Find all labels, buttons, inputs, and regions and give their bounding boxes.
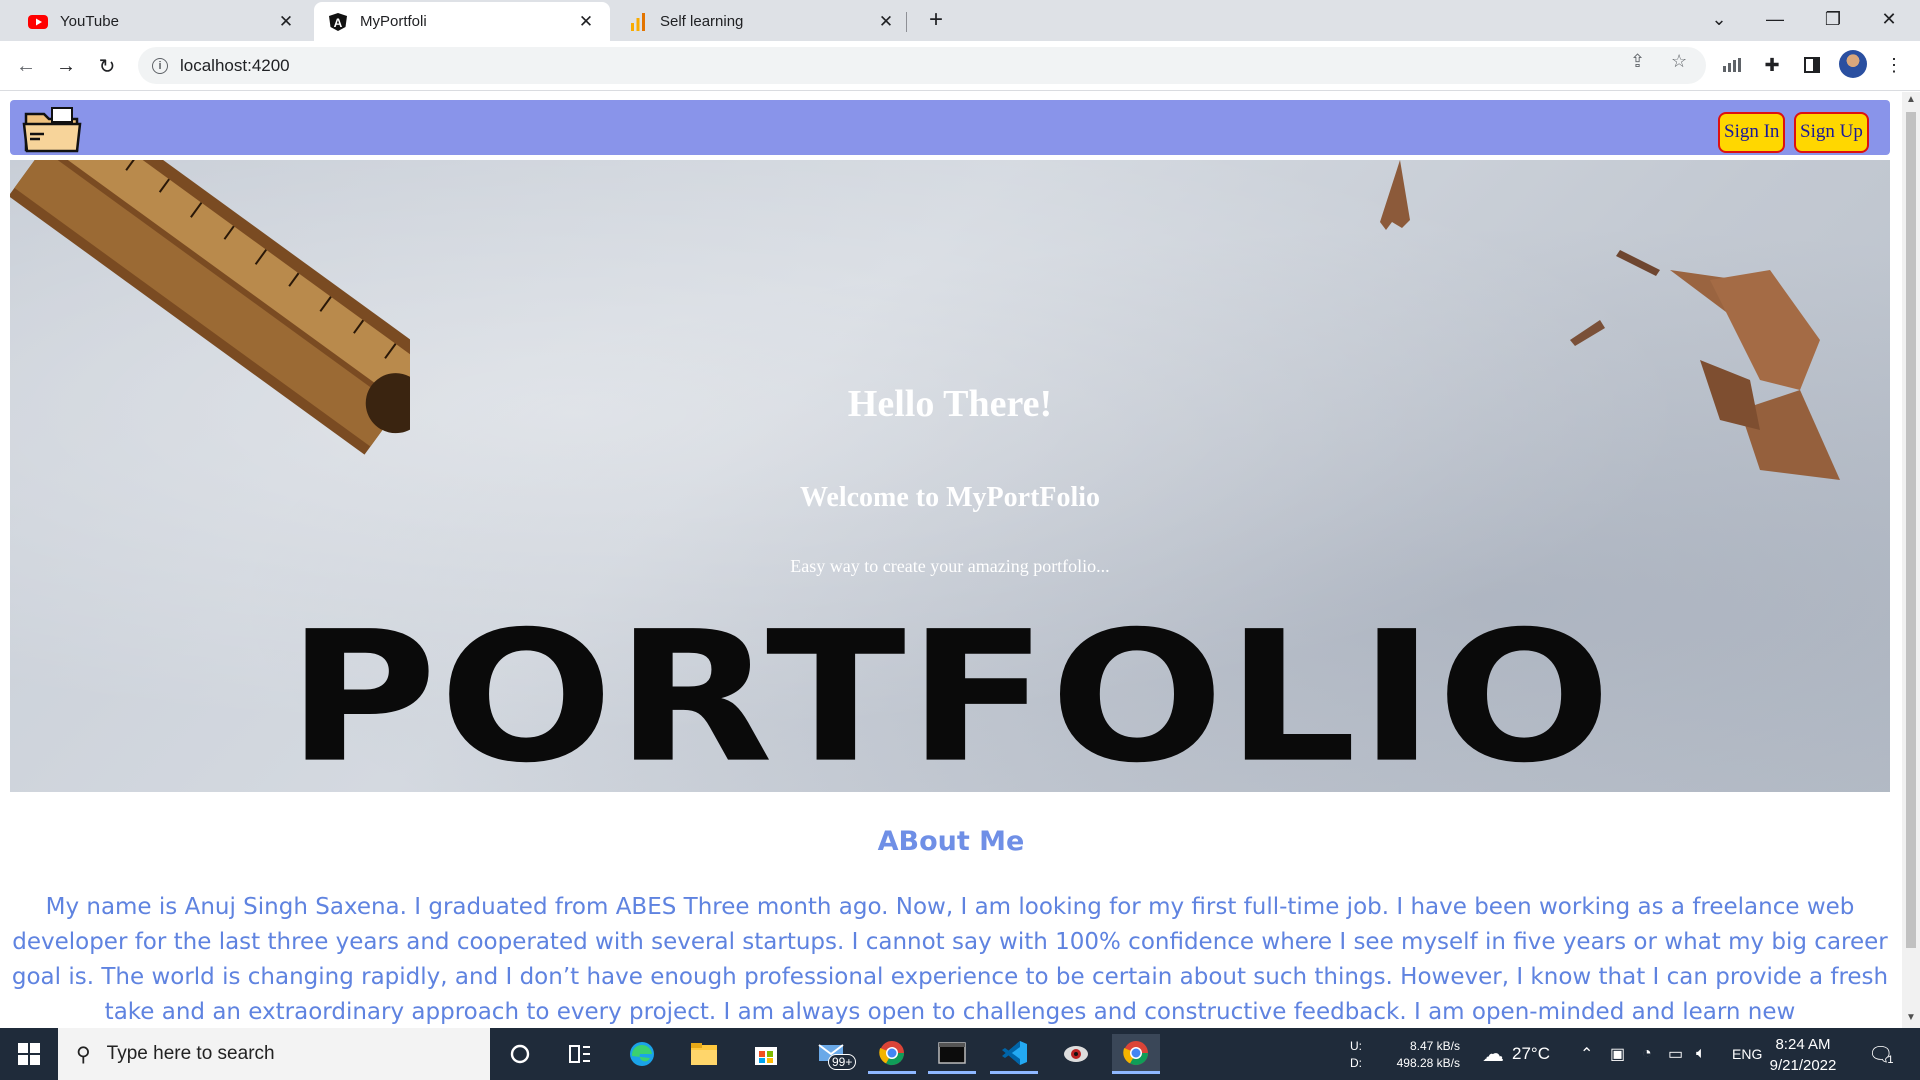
close-tab-icon[interactable]: ✕ <box>576 12 596 32</box>
forward-arrow-icon[interactable]: → <box>50 50 82 82</box>
tab-self-learning[interactable]: Self learning ✕ <box>614 2 910 41</box>
youtube-icon <box>28 12 48 32</box>
reload-icon[interactable]: ↻ <box>91 50 123 82</box>
side-panel-icon[interactable] <box>1800 53 1824 77</box>
hero-banner: Hello There! Welcome to MyPortFolio Easy… <box>10 160 1890 792</box>
scroll-up-arrow-icon[interactable]: ▲ <box>1906 94 1916 105</box>
wifi-icon[interactable]: ◔ <box>1642 1028 1652 1080</box>
chrome-active-icon[interactable] <box>1112 1034 1160 1074</box>
network-speed-widget: U: D: 8.47 kB/s 498.28 kB/s <box>1350 1038 1460 1072</box>
tab-title: Self learning <box>660 13 744 30</box>
close-tab-icon[interactable]: ✕ <box>276 12 296 32</box>
temperature-text: 27°C <box>1512 1044 1550 1063</box>
tab-title: YouTube <box>60 13 119 30</box>
meet-now-icon[interactable]: ▣ <box>1610 1028 1625 1080</box>
net-up-value: 8.47 kB/s <box>1409 1039 1460 1053</box>
mail-icon[interactable]: 99+ <box>808 1034 857 1074</box>
windows-logo-icon <box>18 1043 40 1065</box>
terminal-icon[interactable] <box>928 1034 976 1074</box>
tab-separator <box>906 12 907 32</box>
eye-app-icon[interactable] <box>1052 1034 1100 1074</box>
system-clock[interactable]: 8:24 AM 9/21/2022 <box>1756 1034 1850 1076</box>
hero-tagline: Easy way to create your amazing portfoli… <box>790 556 1110 576</box>
analytics-icon <box>628 12 648 32</box>
portfolio-folder-logo[interactable] <box>22 106 82 153</box>
volume-icon[interactable]: 🔈︎ <box>1696 1028 1706 1080</box>
file-explorer-icon[interactable] <box>680 1034 728 1074</box>
close-window-button[interactable]: ✕ <box>1866 0 1912 38</box>
net-down-label: D: <box>1350 1056 1362 1070</box>
minimize-button[interactable]: — <box>1752 0 1798 38</box>
maximize-button[interactable]: ❐ <box>1810 0 1856 38</box>
bookmark-star-icon[interactable]: ☆ <box>1671 51 1687 72</box>
taskbar-search-box[interactable]: ⚲ Type here to search <box>58 1028 490 1080</box>
tray-overflow-icon[interactable]: ⌃ <box>1580 1028 1593 1080</box>
windows-taskbar: ⚲ Type here to search 99+ U: D: 8.47 kB/… <box>0 1028 1920 1080</box>
performance-icon[interactable] <box>1720 53 1744 77</box>
clock-date: 9/21/2022 <box>1769 1057 1837 1074</box>
ruler-image <box>10 160 410 455</box>
microsoft-store-icon[interactable] <box>742 1034 790 1074</box>
net-down-value: 498.28 kB/s <box>1396 1056 1460 1070</box>
windows-start-button[interactable] <box>0 1028 58 1080</box>
task-view-icon[interactable] <box>556 1034 604 1074</box>
tab-youtube[interactable]: YouTube ✕ <box>14 2 310 41</box>
scrollbar-thumb[interactable] <box>1906 112 1916 948</box>
address-url: localhost:4200 <box>180 55 290 75</box>
notification-count: 1 <box>1887 1054 1894 1066</box>
tab-myportfolio[interactable]: A MyPortfoli ✕ <box>314 2 610 41</box>
site-navbar: Sign In Sign Up <box>10 100 1890 155</box>
address-bar[interactable]: i localhost:4200 <box>138 47 1706 84</box>
page-viewport: Sign In Sign Up Hello There! Welcome to … <box>0 92 1902 1028</box>
new-tab-button[interactable]: + <box>922 7 950 35</box>
hero-portfolio-wordmark: PORTFOLIO <box>286 593 1614 792</box>
clock-time: 8:24 AM <box>1775 1036 1831 1053</box>
angular-icon: A <box>328 12 348 32</box>
chrome-icon[interactable] <box>868 1034 916 1074</box>
about-me-title: ABout Me <box>877 826 1025 857</box>
hero-heading: Hello There! <box>847 383 1053 425</box>
edge-browser-icon[interactable] <box>618 1034 666 1074</box>
back-arrow-icon[interactable]: ← <box>10 50 42 82</box>
scroll-down-arrow-icon[interactable]: ▼ <box>1906 1012 1916 1023</box>
net-up-label: U: <box>1350 1039 1362 1053</box>
close-tab-icon[interactable]: ✕ <box>876 12 896 32</box>
share-icon[interactable]: ⇪ <box>1630 51 1645 72</box>
taskbar-search-placeholder: Type here to search <box>106 1043 275 1064</box>
browser-tab-strip: YouTube ✕ A MyPortfoli ✕ Self learning ✕… <box>0 0 1920 41</box>
sign-in-button[interactable]: Sign In <box>1718 112 1786 153</box>
mail-badge: 99+ <box>828 1054 857 1070</box>
page-scrollbar[interactable]: ▲ ▼ <box>1902 92 1920 1028</box>
svg-text:A: A <box>334 16 343 30</box>
battery-icon[interactable]: ▭ <box>1668 1028 1683 1080</box>
browser-toolbar: ← → ↻ i localhost:4200 ⇪ ☆ ✚ ⋮ <box>0 41 1920 91</box>
sign-up-button[interactable]: Sign Up <box>1794 112 1869 153</box>
about-me-text: My name is Anuj Singh Saxena. I graduate… <box>11 894 1889 1025</box>
cortana-icon[interactable] <box>496 1034 544 1074</box>
profile-avatar[interactable] <box>1839 50 1867 78</box>
hero-subheading: Welcome to MyPortFolio <box>799 482 1101 513</box>
weather-cloud-icon: ☁ <box>1482 1041 1504 1066</box>
more-menu-icon[interactable]: ⋮ <box>1882 53 1906 77</box>
search-icon: ⚲ <box>76 1043 91 1066</box>
weather-widget[interactable]: ☁ 27°C <box>1482 1028 1550 1080</box>
tab-title: MyPortfoli <box>360 13 427 30</box>
vscode-icon[interactable] <box>990 1034 1038 1074</box>
notification-center-icon[interactable]: 🗨︎ 1 <box>1868 1028 1894 1080</box>
site-info-icon[interactable]: i <box>152 57 168 74</box>
extensions-puzzle-icon[interactable]: ✚ <box>1760 53 1784 77</box>
tab-search-icon[interactable]: ⌄ <box>1696 0 1742 38</box>
